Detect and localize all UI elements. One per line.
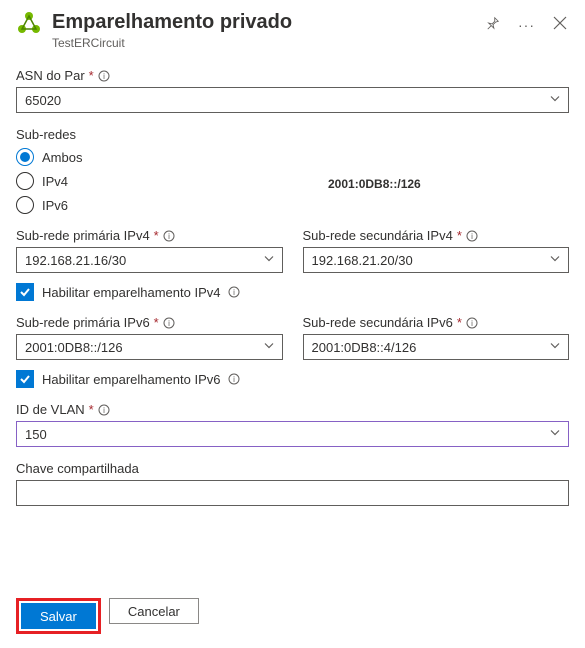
info-icon[interactable]: i	[228, 373, 240, 385]
enable-ipv6-checkbox[interactable]	[16, 370, 34, 388]
radio-ipv4[interactable]	[16, 172, 34, 190]
ipv4-section: Sub-rede primária IPv4 * i Sub-rede secu…	[16, 228, 569, 301]
vlan-input[interactable]	[16, 421, 569, 447]
svg-text:i: i	[471, 319, 473, 328]
shared-key-label: Chave compartilhada	[16, 461, 139, 476]
info-icon[interactable]: i	[98, 404, 110, 416]
svg-text:i: i	[168, 319, 170, 328]
cancel-button[interactable]: Cancelar	[109, 598, 199, 624]
asn-section: ASN do Par * i	[16, 68, 569, 113]
vlan-label: ID de VLAN	[16, 402, 85, 417]
radio-ipv4-label: IPv4	[42, 174, 68, 189]
save-button[interactable]: Salvar	[21, 603, 96, 629]
asn-label: ASN do Par	[16, 68, 85, 83]
svg-text:i: i	[471, 232, 473, 241]
enable-ipv4-label: Habilitar emparelhamento IPv4	[42, 285, 220, 300]
required-asterisk: *	[457, 315, 462, 330]
ipv6-primary-label: Sub-rede primária IPv6	[16, 315, 150, 330]
page-subtitle: TestERCircuit	[52, 36, 474, 50]
save-highlight: Salvar	[16, 598, 101, 634]
vlan-section: ID de VLAN * i	[16, 402, 569, 447]
shared-key-input[interactable]	[16, 480, 569, 506]
required-asterisk: *	[154, 315, 159, 330]
subnets-label: Sub-redes	[16, 127, 76, 142]
asn-input[interactable]	[16, 87, 569, 113]
enable-ipv6-label: Habilitar emparelhamento IPv6	[42, 372, 220, 387]
svg-text:i: i	[103, 72, 105, 81]
info-icon[interactable]: i	[466, 317, 478, 329]
info-icon[interactable]: i	[228, 286, 240, 298]
ipv6-secondary-label: Sub-rede secundária IPv6	[303, 315, 453, 330]
required-asterisk: *	[457, 228, 462, 243]
ipv6-primary-input[interactable]	[16, 334, 283, 360]
ipv4-primary-label: Sub-rede primária IPv4	[16, 228, 150, 243]
close-button[interactable]	[551, 14, 569, 35]
blade-header: Emparelhamento privado TestERCircuit ···	[16, 10, 569, 50]
enable-ipv4-checkbox[interactable]	[16, 283, 34, 301]
svg-text:i: i	[234, 375, 236, 384]
info-icon[interactable]: i	[466, 230, 478, 242]
ipv6-secondary-input[interactable]	[303, 334, 570, 360]
required-asterisk: *	[154, 228, 159, 243]
radio-ipv6-label: IPv6	[42, 198, 68, 213]
info-icon[interactable]: i	[163, 230, 175, 242]
radio-both[interactable]	[16, 148, 34, 166]
ipv4-secondary-label: Sub-rede secundária IPv4	[303, 228, 453, 243]
footer: Salvar Cancelar	[0, 588, 585, 648]
shared-key-section: Chave compartilhada	[16, 461, 569, 506]
ipv4-primary-input[interactable]	[16, 247, 283, 273]
page-title: Emparelhamento privado	[52, 10, 474, 34]
info-icon[interactable]: i	[163, 317, 175, 329]
floating-text: 2001:0DB8::/126	[328, 177, 421, 191]
radio-ipv6[interactable]	[16, 196, 34, 214]
required-asterisk: *	[89, 68, 94, 83]
svg-text:i: i	[103, 406, 105, 415]
ipv6-section: Sub-rede primária IPv6 * i Sub-rede secu…	[16, 315, 569, 388]
info-icon[interactable]: i	[98, 70, 110, 82]
ipv4-secondary-input[interactable]	[303, 247, 570, 273]
required-asterisk: *	[89, 402, 94, 417]
svg-text:i: i	[168, 232, 170, 241]
pin-button[interactable]	[484, 14, 502, 35]
radio-both-label: Ambos	[42, 150, 82, 165]
svg-text:i: i	[234, 288, 236, 297]
peering-icon	[16, 10, 42, 39]
more-button[interactable]: ···	[516, 15, 537, 35]
subnets-section: Sub-redes Ambos IPv4 IPv6 2001:0DB8::/12…	[16, 127, 569, 214]
